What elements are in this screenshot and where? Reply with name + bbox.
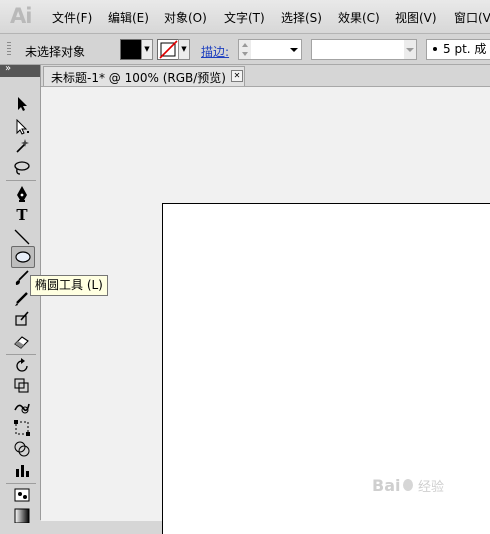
line-segment-icon — [14, 229, 30, 245]
chevron-down-icon — [290, 48, 298, 52]
gradient-tool[interactable] — [11, 505, 33, 525]
direct-selection-icon — [16, 119, 29, 135]
close-icon[interactable]: ✕ — [231, 70, 243, 82]
tool-tooltip: 椭圆工具 (L) — [30, 275, 108, 296]
tools-panel-header[interactable]: » — [0, 63, 40, 77]
svg-text:Bai: Bai — [372, 476, 400, 495]
tool-divider — [6, 180, 36, 181]
graph-tool[interactable] — [11, 460, 33, 480]
lasso-tool[interactable] — [11, 158, 33, 178]
control-bar: 未选择对象 ▼ ▼ 描边: 5 pt. 成 — [0, 34, 490, 65]
blob-brush-tool[interactable] — [11, 309, 33, 329]
menu-type[interactable]: 文字(T) — [224, 9, 265, 26]
lasso-icon — [14, 161, 30, 175]
selection-tool[interactable] — [11, 94, 33, 114]
baidu-logo-icon: Bai 经验 — [372, 476, 444, 495]
stroke-weight-field[interactable] — [238, 39, 302, 60]
fill-dropdown-arrow[interactable]: ▼ — [141, 39, 153, 60]
stroke-color-swatch[interactable] — [157, 39, 179, 60]
menu-effect[interactable]: 效果(C) — [338, 9, 380, 26]
blob-brush-icon — [15, 311, 29, 326]
eraser-icon — [14, 336, 29, 349]
rotate-icon — [16, 358, 28, 372]
menu-view[interactable]: 视图(V) — [395, 9, 437, 26]
document-tab[interactable]: 未标题-1* @ 100% (RGB/预览) ✕ — [43, 66, 245, 86]
no-stroke-icon — [159, 40, 178, 59]
magic-wand-icon — [16, 139, 29, 153]
ellipse-icon — [15, 251, 31, 263]
selection-status: 未选择对象 — [25, 45, 86, 59]
scale-icon — [14, 378, 29, 393]
type-icon: T — [16, 206, 28, 224]
brush-label: 5 pt. 成 — [443, 42, 487, 56]
eraser-tool[interactable] — [11, 331, 33, 351]
selection-arrow-icon — [18, 97, 27, 111]
menu-select[interactable]: 选择(S) — [281, 9, 322, 26]
stroke-dropdown-arrow[interactable]: ▼ — [178, 39, 190, 60]
panel-grip[interactable] — [7, 42, 11, 57]
svg-text:经验: 经验 — [418, 479, 444, 495]
brush-definition-select[interactable]: 5 pt. 成 — [426, 39, 490, 60]
graph-icon — [16, 465, 29, 477]
menu-file[interactable]: 文件(F) — [52, 9, 92, 26]
menu-edit[interactable]: 编辑(E) — [108, 9, 149, 26]
pen-tool[interactable] — [11, 184, 33, 204]
direct-selection-tool[interactable] — [11, 117, 33, 137]
baidu-watermark: Bai 经验 — [372, 474, 462, 498]
line-segment-tool[interactable] — [11, 227, 33, 247]
ellipse-tool[interactable] — [11, 246, 35, 268]
stroke-weight-label[interactable]: 描边: — [201, 43, 229, 60]
variable-width-arrow — [404, 40, 416, 59]
symbol-sprayer-icon — [14, 488, 30, 502]
canvas-workspace[interactable] — [41, 86, 490, 534]
rotate-tool[interactable] — [11, 356, 33, 376]
symbol-sprayer-tool[interactable] — [11, 485, 33, 505]
variable-width-select[interactable] — [311, 39, 417, 60]
type-tool[interactable]: T — [11, 205, 33, 225]
gradient-icon — [14, 508, 30, 523]
tool-divider — [6, 483, 36, 484]
brush-dot-icon — [433, 46, 437, 51]
collapse-icon[interactable]: » — [5, 63, 11, 74]
scale-tool[interactable] — [11, 376, 33, 396]
pen-icon — [17, 186, 27, 202]
magic-wand-tool[interactable] — [11, 136, 33, 156]
warp-tool[interactable] — [11, 397, 33, 417]
app-logo: Ai — [10, 4, 32, 28]
menu-object[interactable]: 对象(O) — [164, 9, 207, 26]
free-transform-tool[interactable] — [11, 418, 33, 438]
stroke-weight-controls — [239, 40, 298, 59]
pencil-icon — [15, 292, 28, 306]
paintbrush-icon — [15, 270, 29, 285]
menu-window[interactable]: 窗口(V — [454, 9, 490, 26]
shape-builder-icon — [14, 441, 30, 457]
document-tab-label: 未标题-1* @ 100% (RGB/预览) — [51, 71, 226, 85]
menu-bar: Ai 文件(F) 编辑(E) 对象(O) 文字(T) 选择(S) 效果(C) 视… — [0, 0, 490, 34]
free-transform-icon — [14, 420, 30, 436]
tool-divider — [6, 354, 36, 355]
shape-builder-tool[interactable] — [11, 439, 33, 459]
fill-color-swatch[interactable] — [120, 39, 142, 60]
warp-icon — [14, 403, 30, 414]
